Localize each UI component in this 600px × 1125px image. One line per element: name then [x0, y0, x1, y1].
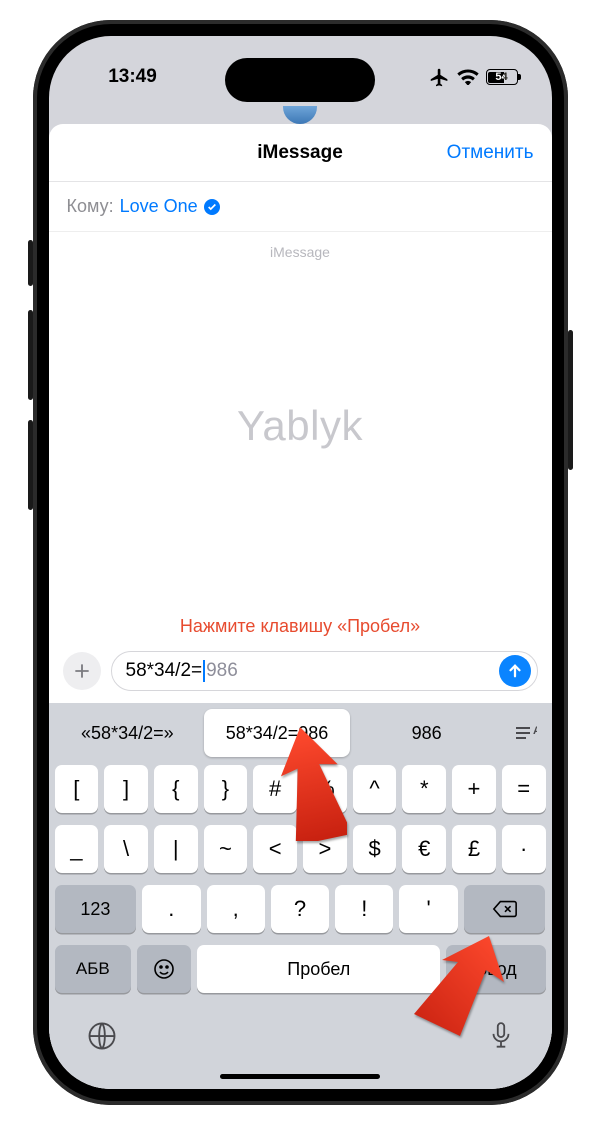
key[interactable]: · — [502, 825, 546, 873]
key[interactable]: _ — [55, 825, 99, 873]
cancel-button[interactable]: Отменить — [447, 142, 534, 164]
key[interactable]: ~ — [204, 825, 248, 873]
key[interactable]: ] — [104, 765, 148, 813]
dynamic-island — [225, 58, 375, 102]
key[interactable]: ^ — [353, 765, 397, 813]
key[interactable]: $ — [353, 825, 397, 873]
contact-avatar-peek — [283, 106, 317, 124]
key-space[interactable]: Пробел — [197, 945, 440, 993]
globe-switch-keyboard-icon[interactable] — [87, 1021, 117, 1056]
modal-title: iMessage — [257, 142, 343, 164]
key[interactable]: ' — [399, 885, 457, 933]
status-time: 13:49 — [83, 66, 183, 88]
key[interactable]: ? — [271, 885, 329, 933]
key-enter[interactable]: Ввод — [446, 945, 545, 993]
key[interactable]: | — [154, 825, 198, 873]
send-button[interactable] — [499, 655, 531, 687]
key[interactable]: { — [154, 765, 198, 813]
message-input[interactable]: 58*34/2=986 — [111, 651, 538, 691]
key[interactable]: £ — [452, 825, 496, 873]
verified-checkmark-icon — [204, 199, 220, 215]
key[interactable]: , — [207, 885, 265, 933]
key[interactable]: # — [253, 765, 297, 813]
attachments-plus-button[interactable] — [63, 652, 101, 690]
suggestion-bar: «58*34/2=» 58*34/2=986 986 A — [49, 709, 552, 757]
key[interactable]: € — [402, 825, 446, 873]
annotation-instruction: Нажмите клавишу «Пробел» — [49, 616, 552, 637]
key-switch-abc[interactable]: АБВ — [55, 945, 132, 993]
key-backspace[interactable] — [464, 885, 546, 933]
key[interactable]: < — [253, 825, 297, 873]
keyboard: «58*34/2=» 58*34/2=986 986 A [ ] { } # % — [49, 703, 552, 1089]
recipient-name: Love One — [120, 196, 198, 217]
text-format-icon[interactable]: A — [504, 709, 546, 757]
key[interactable]: * — [402, 765, 446, 813]
key[interactable]: [ — [55, 765, 99, 813]
key[interactable]: ! — [335, 885, 393, 933]
key[interactable]: } — [204, 765, 248, 813]
message-text: 58*34/2=986 — [126, 660, 238, 682]
key-emoji[interactable] — [137, 945, 191, 993]
key-switch-123[interactable]: 123 — [55, 885, 137, 933]
svg-text:A: A — [533, 725, 537, 737]
key[interactable]: . — [142, 885, 200, 933]
wifi-icon — [457, 69, 479, 85]
thread-service-label: iMessage — [49, 232, 552, 272]
recipient-label: Кому: — [67, 196, 114, 217]
recipient-row[interactable]: Кому: Love One — [49, 182, 552, 232]
watermark-text: Yablyk — [49, 272, 552, 450]
key[interactable]: = — [502, 765, 546, 813]
key[interactable]: \ — [104, 825, 148, 873]
suggestion-left[interactable]: «58*34/2=» — [55, 709, 201, 757]
airplane-mode-icon — [429, 67, 450, 88]
backspace-icon — [492, 899, 518, 919]
dictation-mic-icon[interactable] — [488, 1021, 514, 1056]
suggestion-center[interactable]: 58*34/2=986 — [204, 709, 350, 757]
battery-indicator: 54 — [486, 69, 518, 85]
emoji-icon — [152, 957, 176, 981]
key[interactable]: % — [303, 765, 347, 813]
key[interactable]: > — [303, 825, 347, 873]
suggestion-right[interactable]: 986 — [354, 709, 500, 757]
home-indicator[interactable] — [220, 1074, 380, 1079]
key[interactable]: + — [452, 765, 496, 813]
